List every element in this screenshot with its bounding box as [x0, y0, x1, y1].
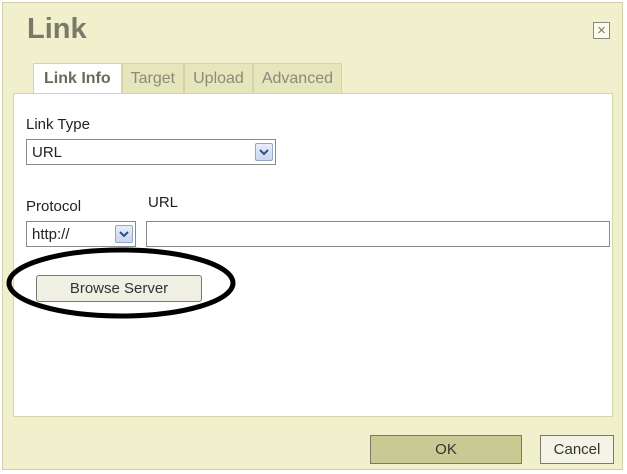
- highlight-annotation: [6, 247, 236, 319]
- highlight-ring: [6, 247, 236, 319]
